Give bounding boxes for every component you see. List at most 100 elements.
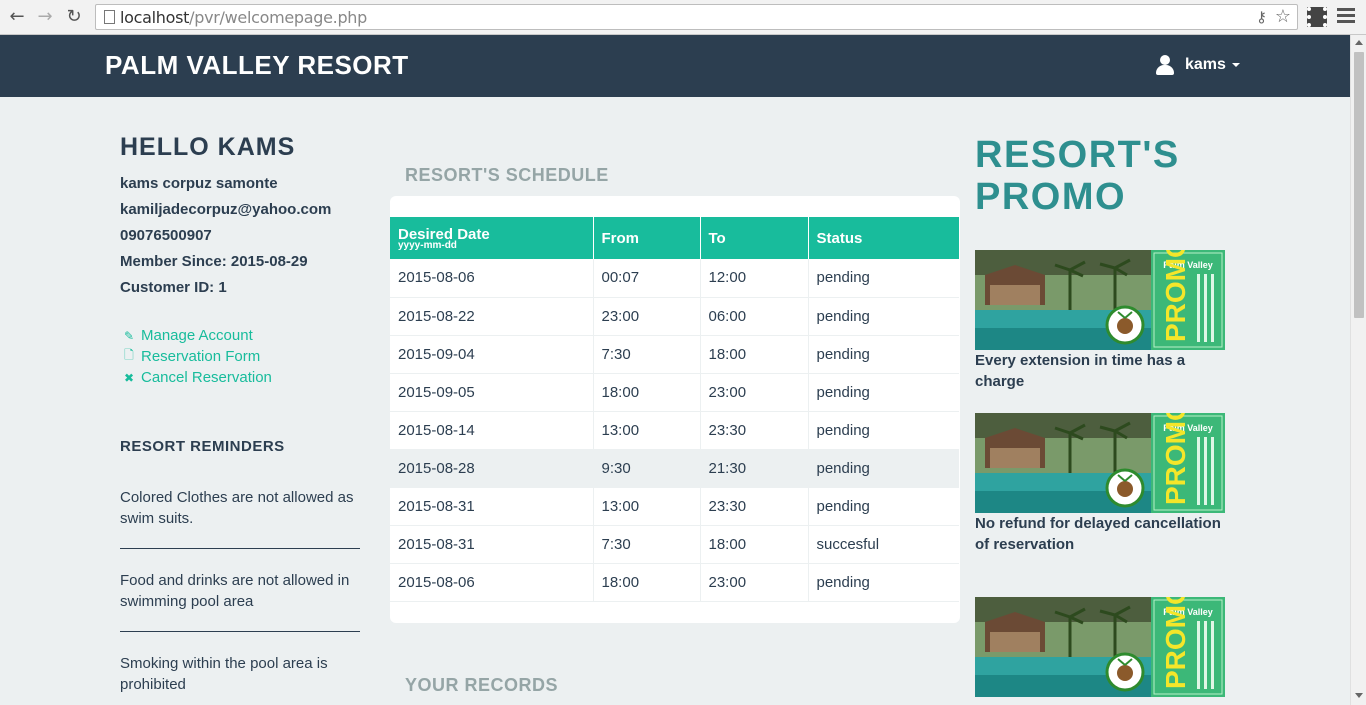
promo-caption: No refund for delayed cancellation of re…: [975, 515, 1221, 553]
profile-member-since: Member Since: 2015-08-29: [120, 253, 308, 270]
cancel-reservation-link[interactable]: ✖ Cancel Reservation: [122, 367, 272, 388]
promo-image[interactable]: Palm Valley PROMO: [975, 413, 1225, 513]
svg-text:PROMO: PROMO: [1160, 413, 1191, 505]
header-desired-date: Desired Date yyyy-mm-dd: [390, 217, 594, 259]
table-row: 2015-08-31 7:30 18:00 succesful: [390, 525, 959, 564]
manage-account-label: Manage Account: [141, 327, 253, 344]
profile-email: kamiljadecorpuz@yahoo.com: [120, 201, 332, 218]
records-heading: YOUR RECORDS: [405, 675, 559, 695]
edit-icon: ✎: [123, 328, 135, 343]
scroll-thumb[interactable]: [1354, 52, 1364, 318]
reminder-divider: [120, 548, 360, 549]
reservation-form-link[interactable]: 🗋 Reservation Form: [122, 346, 272, 367]
profile-customer-id: Customer ID: 1: [120, 279, 227, 296]
page-scrollbar[interactable]: [1350, 35, 1366, 705]
reservation-form-label: Reservation Form: [141, 348, 261, 365]
scroll-down-arrow[interactable]: [1355, 693, 1363, 698]
forward-arrow-icon[interactable]: →: [34, 6, 56, 28]
cell-from: 7:30: [593, 335, 701, 374]
brand-logo[interactable]: PALM VALLEY RESORT: [105, 50, 409, 81]
user-name: kams: [1185, 56, 1226, 73]
user-icon: [1156, 55, 1174, 75]
table-header-row: Desired Date yyyy-mm-dd From To Status: [390, 217, 959, 259]
cell-from: 13:00: [593, 487, 701, 526]
user-dropdown[interactable]: kams: [1156, 55, 1240, 75]
cell-date: 2015-09-04: [390, 335, 594, 374]
cell-to: 23:30: [700, 487, 809, 526]
key-icon[interactable]: ⚷: [1256, 8, 1267, 26]
page-icon: [104, 10, 115, 24]
cell-date: 2015-08-31: [390, 487, 594, 526]
url-text: localhost/pvr/welcomepage.php: [120, 8, 367, 27]
reminder-item: Colored Clothes are not allowed as swim …: [120, 489, 354, 527]
browser-menu-icon[interactable]: [1337, 8, 1355, 24]
promo-heading-line1: RESORT'S: [975, 134, 1180, 176]
greeting-heading: HELLO KAMS: [120, 133, 296, 161]
promo-heading-line2: PROMO: [975, 176, 1127, 218]
url-path: /pvr/welcomepage.php: [189, 8, 368, 27]
cell-status: pending: [808, 449, 959, 488]
cell-to: 23:00: [700, 563, 809, 602]
account-links: ✎ Manage Account 🗋 Reservation Form ✖ Cance…: [122, 325, 272, 388]
cell-from: 18:00: [593, 373, 701, 412]
cell-to: 23:00: [700, 373, 809, 412]
cell-to: 18:00: [700, 525, 809, 564]
film-extension-icon[interactable]: [1307, 7, 1327, 27]
cell-date: 2015-08-06: [390, 563, 594, 602]
schedule-heading: RESORT'S SCHEDULE: [405, 165, 609, 185]
address-bar[interactable]: localhost/pvr/welcomepage.php ⚷ ☆: [95, 4, 1298, 30]
promo-image[interactable]: Palm Valley PROMO: [975, 250, 1225, 350]
header-from: From: [593, 217, 701, 259]
close-icon: ✖: [123, 370, 135, 385]
profile-phone: 09076500907: [120, 227, 212, 244]
table-row: 2015-08-22 23:00 06:00 pending: [390, 297, 959, 336]
table-row: 2015-08-06 00:07 12:00 pending: [390, 259, 959, 298]
caret-down-icon: [1231, 63, 1240, 67]
profile-name: kams corpuz samonte: [120, 175, 278, 192]
svg-text:PROMO: PROMO: [1160, 597, 1191, 689]
table-row: 2015-08-06 18:00 23:00 pending: [390, 563, 959, 602]
cell-status: pending: [808, 373, 959, 412]
table-row: 2015-08-28 9:30 21:30 pending: [390, 449, 959, 488]
scroll-up-arrow[interactable]: [1355, 40, 1363, 45]
table-row: 2015-08-31 13:00 23:30 pending: [390, 487, 959, 526]
promo-caption: Every extension in time has a charge: [975, 352, 1186, 390]
profile-info: kams corpuz samonte kamiljadecorpuz@yaho…: [120, 174, 331, 304]
back-arrow-icon[interactable]: ←: [6, 6, 28, 28]
cell-to: 18:00: [700, 335, 809, 374]
reminder-item: Smoking within the pool area is prohibit…: [120, 655, 328, 693]
cell-date: 2015-08-31: [390, 525, 594, 564]
promo-image[interactable]: Palm Valley PROMO: [975, 597, 1225, 697]
cell-to: 06:00: [700, 297, 809, 336]
cell-date: 2015-08-06: [390, 259, 594, 298]
cell-date: 2015-08-14: [390, 411, 594, 450]
site-navbar: PALM VALLEY RESORT kams: [0, 35, 1350, 97]
cell-to: 23:30: [700, 411, 809, 450]
url-host: localhost: [120, 8, 190, 27]
reload-icon[interactable]: ↻: [63, 6, 85, 28]
schedule-table: Desired Date yyyy-mm-dd From To Status 20…: [390, 217, 959, 602]
reminders-heading: RESORT REMINDERS: [120, 438, 285, 455]
cell-from: 9:30: [593, 449, 701, 488]
cell-from: 00:07: [593, 259, 701, 298]
file-icon: 🗋: [124, 348, 134, 362]
cell-status: pending: [808, 297, 959, 336]
cell-date: 2015-09-05: [390, 373, 594, 412]
cell-status: pending: [808, 563, 959, 602]
table-row: 2015-08-14 13:00 23:30 pending: [390, 411, 959, 450]
cell-date: 2015-08-28: [390, 449, 594, 488]
cell-date: 2015-08-22: [390, 297, 594, 336]
cell-status: pending: [808, 411, 959, 450]
cell-status: succesful: [808, 525, 959, 564]
table-row: 2015-09-04 7:30 18:00 pending: [390, 335, 959, 374]
cell-from: 7:30: [593, 525, 701, 564]
cell-to: 21:30: [700, 449, 809, 488]
reminder-item: Food and drinks are not allowed in swimm…: [120, 572, 350, 610]
reminder-divider: [120, 631, 360, 632]
browser-toolbar: ← → ↻ localhost/pvr/welcomepage.php ⚷ ☆: [0, 0, 1366, 35]
cell-status: pending: [808, 335, 959, 374]
manage-account-link[interactable]: ✎ Manage Account: [122, 325, 272, 346]
bookmark-star-icon[interactable]: ☆: [1275, 6, 1291, 27]
cell-status: pending: [808, 259, 959, 298]
schedule-card: Desired Date yyyy-mm-dd From To Status 20…: [390, 196, 960, 623]
